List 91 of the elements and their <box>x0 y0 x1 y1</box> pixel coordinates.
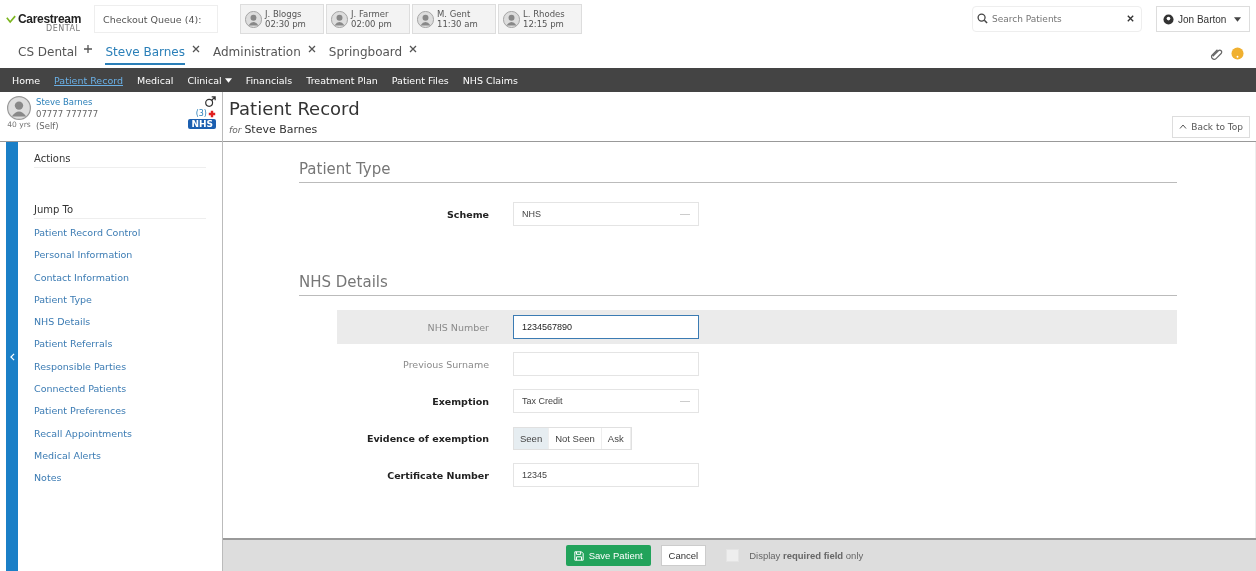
nav-item[interactable]: Treatment Plan <box>306 74 378 86</box>
section-title: Patient Type <box>299 148 1177 183</box>
sidebar-link[interactable]: Contact Information <box>34 266 206 289</box>
avatar-icon <box>245 10 262 28</box>
field-label: Exemption <box>431 395 489 407</box>
sidebar-link[interactable]: Recall Appointments <box>34 422 206 445</box>
user-menu-button[interactable]: Jon Barton <box>1156 6 1250 32</box>
workspace-tab[interactable]: CS Dental <box>18 41 78 65</box>
queue-patient-card[interactable]: J. Farmer 02:00 pm <box>326 4 410 34</box>
sidebar-link[interactable]: Notes <box>34 467 206 490</box>
queue-time: 11:30 am <box>437 19 478 29</box>
close-icon[interactable] <box>306 44 317 54</box>
patient-name-link[interactable]: Steve Barnes <box>36 96 185 108</box>
sidebar-link[interactable]: Patient Referrals <box>34 333 206 356</box>
sidebar-link[interactable]: Personal Information <box>34 244 206 267</box>
dropdown-field[interactable]: NHS <box>513 202 699 226</box>
brand-subtitle: DENTAL <box>46 24 81 33</box>
workspace-tab[interactable]: Steve Barnes <box>105 41 185 65</box>
sidebar-link[interactable]: Connected Patients <box>34 378 206 401</box>
plus-icon[interactable] <box>83 44 94 54</box>
caret-icon <box>224 77 232 83</box>
toggle-option[interactable]: Not Seen <box>549 427 602 449</box>
queue-patient-card[interactable]: L. Rhodes 12:15 pm <box>498 4 582 34</box>
avatar-icon <box>503 10 520 28</box>
page-subtitle: Steve Barnes <box>244 122 318 136</box>
input-field[interactable]: 1234567890 <box>513 315 699 339</box>
brand-name: Carestream <box>18 12 82 26</box>
queue-patient-card[interactable]: M. Gent 11:30 am <box>412 4 496 34</box>
close-icon[interactable] <box>191 44 201 54</box>
subtitle-prefix: for <box>229 124 242 135</box>
nhs-badge: NHS <box>188 119 216 129</box>
input-field[interactable] <box>513 352 699 376</box>
search-icon <box>977 13 988 24</box>
sidebar-link[interactable]: Medical Alerts <box>34 444 206 468</box>
patient-relation: (Self) <box>36 120 60 132</box>
queue-patient-name: L. Rhodes <box>523 9 565 19</box>
search-field[interactable]: Search Patients <box>972 6 1142 32</box>
sidebar-heading: Actions <box>34 150 206 168</box>
checkout-queue-dropdown[interactable]: Checkout Queue (4): <box>94 5 218 33</box>
paperclip-icon[interactable] <box>1210 46 1223 60</box>
page-title: Patient Record <box>229 97 360 119</box>
field-label: NHS Number <box>426 321 489 333</box>
logo-icon <box>6 14 16 24</box>
toggle-option[interactable]: Seen <box>514 427 550 449</box>
male-symbol-icon <box>204 96 216 108</box>
close-icon[interactable] <box>1126 14 1135 23</box>
sidebar-link[interactable]: Patient Type <box>34 288 206 312</box>
dropdown-field[interactable]: Tax Credit <box>513 389 699 413</box>
back-to-top-button[interactable]: Back to Top <box>1172 115 1250 138</box>
nav-item[interactable]: Financials <box>245 74 293 86</box>
sidebar-link[interactable]: NHS Details <box>34 311 206 334</box>
workspace-tab[interactable]: Springboard <box>328 41 403 65</box>
queue-patient-name: J. Bloggs <box>265 9 303 19</box>
sidebar-heading: Jump To <box>34 201 206 219</box>
chevron-up-icon <box>1179 124 1188 129</box>
section-title: NHS Details <box>299 261 1177 296</box>
patient-phone: 07777 777777 <box>36 108 100 120</box>
nav-item[interactable]: Home <box>12 74 41 86</box>
close-icon[interactable] <box>408 44 419 54</box>
avatar-icon <box>7 96 31 120</box>
queue-time: 02:00 pm <box>351 19 392 29</box>
chevron-left-icon[interactable] <box>9 352 15 361</box>
cancel-button[interactable]: Cancel <box>660 545 707 566</box>
field-label: Scheme <box>445 208 489 220</box>
queue-patient-name: M. Gent <box>437 9 472 19</box>
queue-patient-name: J. Farmer <box>351 9 390 19</box>
nav-item[interactable]: Patient Record <box>54 74 123 86</box>
nav-item[interactable]: Medical <box>137 74 174 86</box>
toggle-option[interactable]: Ask <box>601 427 631 449</box>
nav-item[interactable]: Patient Files <box>391 74 449 86</box>
queue-patient-card[interactable]: J. Bloggs 02:30 pm <box>240 4 324 34</box>
workspace-tab[interactable]: Administration <box>213 41 301 65</box>
save-icon <box>573 550 584 561</box>
avatar-icon <box>331 10 348 28</box>
user-icon <box>1163 13 1174 25</box>
sidebar-link[interactable]: Patient Record Control <box>34 222 206 245</box>
input-field[interactable]: 12345 <box>513 463 699 487</box>
sidebar-link[interactable]: Patient Preferences <box>34 400 206 423</box>
field-label: Previous Surname <box>402 358 489 370</box>
nav-item[interactable]: Clinical <box>187 74 232 86</box>
required-only-label: Display required field only <box>749 550 864 561</box>
medical-cross-icon <box>208 109 216 118</box>
nav-item[interactable]: NHS Claims <box>462 74 518 86</box>
caret-icon <box>1234 16 1242 22</box>
avatar-icon <box>417 10 434 28</box>
field-label: Certificate Number <box>386 469 489 481</box>
alert-count[interactable]: (3) <box>195 109 207 118</box>
field-label: Evidence of exemption <box>365 432 489 444</box>
sidebar-link[interactable]: Responsible Parties <box>34 355 206 379</box>
queue-time: 12:15 pm <box>523 19 565 29</box>
queue-time: 02:30 pm <box>265 19 306 29</box>
